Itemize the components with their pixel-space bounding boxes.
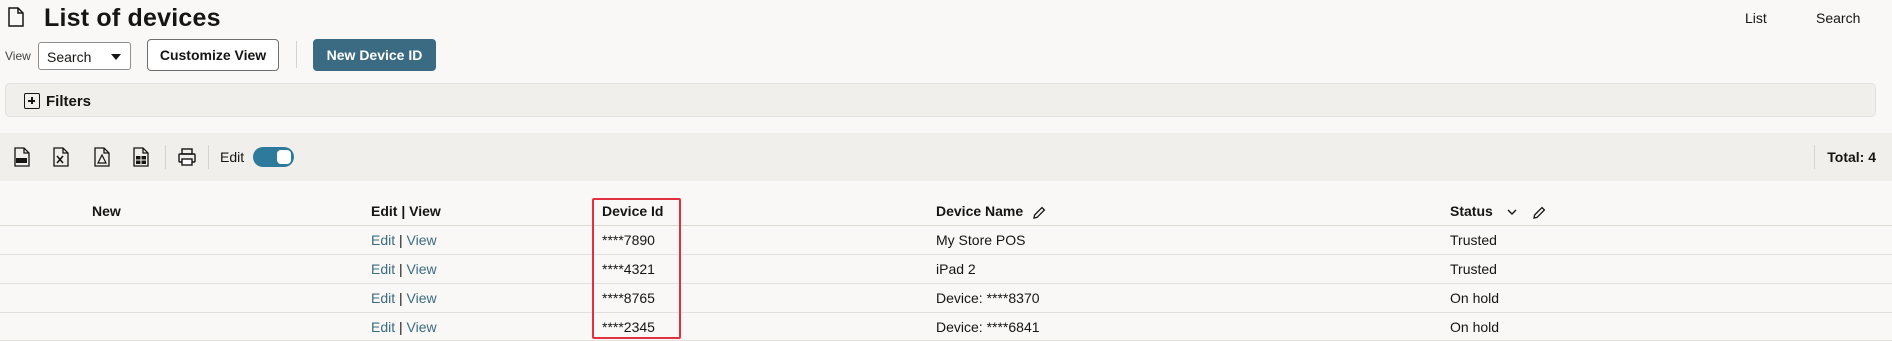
list-link[interactable]: List: [1745, 10, 1767, 26]
device-name-cell: iPad 2: [936, 261, 976, 277]
column-header-new: New: [92, 203, 121, 219]
total-count: Total: 4: [1827, 149, 1876, 165]
table-toolbar: Edit Total: 4: [0, 133, 1892, 181]
edit-link[interactable]: Edit: [371, 290, 395, 306]
status-cell: On hold: [1450, 290, 1500, 306]
header-divider: [0, 225, 1892, 226]
view-link[interactable]: View: [407, 232, 437, 248]
row-divider: [0, 254, 1892, 255]
edit-mode-label: Edit: [220, 149, 245, 165]
excel-export-icon[interactable]: [53, 147, 69, 167]
toolbar-divider: [1814, 145, 1815, 169]
expand-plus-icon[interactable]: [24, 93, 40, 109]
view-select-value: Search: [47, 49, 92, 65]
table-row-actions: Edit | View: [371, 261, 437, 277]
status-cell: Trusted: [1450, 261, 1497, 277]
device-name-cell: Device: ****6841: [936, 319, 1040, 335]
status-header-label: Status: [1450, 203, 1493, 219]
filters-label[interactable]: Filters: [46, 93, 91, 110]
edit-link[interactable]: Edit: [371, 319, 395, 335]
toolbar-divider: [208, 145, 209, 169]
pdf-export-icon[interactable]: [94, 147, 110, 167]
device-name-cell: Device: ****8370: [936, 290, 1040, 306]
column-header-status[interactable]: Status: [1450, 203, 1546, 219]
customize-view-button[interactable]: Customize View: [147, 39, 279, 71]
row-divider: [0, 312, 1892, 313]
spreadsheet-export-icon[interactable]: [133, 147, 149, 167]
view-link[interactable]: View: [407, 290, 437, 306]
column-header-edit-view: Edit | View: [371, 203, 441, 219]
device-name-cell: My Store POS: [936, 232, 1026, 248]
chevron-down-icon: [111, 54, 121, 60]
new-device-id-button[interactable]: New Device ID: [313, 39, 436, 71]
table-row-actions: Edit | View: [371, 290, 437, 306]
chevron-down-icon[interactable]: [1507, 209, 1517, 216]
column-header-device-name[interactable]: Device Name: [936, 203, 1046, 219]
edit-mode-toggle[interactable]: [253, 147, 294, 167]
view-link[interactable]: View: [407, 319, 437, 335]
print-icon[interactable]: [178, 147, 196, 167]
status-cell: On hold: [1450, 319, 1500, 335]
pencil-icon[interactable]: [1033, 206, 1046, 219]
row-divider: [0, 283, 1892, 284]
table-row-actions: Edit | View: [371, 232, 437, 248]
divider: [296, 41, 297, 68]
view-select[interactable]: Search: [38, 42, 131, 70]
table-row-actions: Edit | View: [371, 319, 437, 335]
document-icon: [8, 7, 24, 27]
csv-export-icon[interactable]: [14, 147, 30, 167]
device-name-header-label: Device Name: [936, 203, 1024, 219]
view-link[interactable]: View: [407, 261, 437, 277]
search-link[interactable]: Search: [1816, 10, 1860, 26]
view-label: View: [5, 49, 31, 63]
toolbar-divider: [165, 145, 166, 169]
pencil-icon[interactable]: [1532, 206, 1546, 219]
edit-link[interactable]: Edit: [371, 261, 395, 277]
device-id-highlight-box: [592, 198, 681, 339]
edit-link[interactable]: Edit: [371, 232, 395, 248]
page-title: List of devices: [44, 4, 221, 32]
filters-panel[interactable]: Filters: [5, 83, 1876, 117]
status-cell: Trusted: [1450, 232, 1497, 248]
